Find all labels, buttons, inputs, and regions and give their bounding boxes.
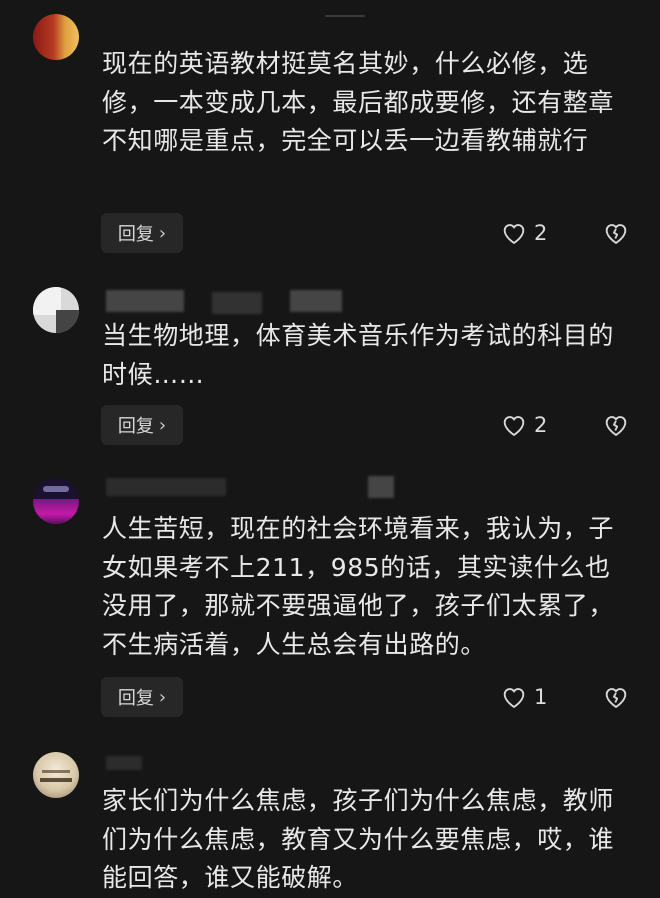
username-redacted bbox=[212, 292, 262, 314]
username-redacted bbox=[290, 290, 342, 312]
heart-outline-icon bbox=[503, 416, 525, 436]
like-count: 2 bbox=[534, 221, 548, 245]
chevron-right-icon: › bbox=[158, 414, 167, 436]
username-redacted bbox=[106, 756, 142, 770]
username-redacted bbox=[106, 478, 226, 496]
heart-outline-icon bbox=[503, 688, 525, 708]
dislike-button[interactable] bbox=[600, 677, 632, 717]
comment-text: 现在的英语教材挺莫名其妙，什么必修，选修，一本变成几本，最后都成要修，还有整章不… bbox=[102, 49, 615, 155]
broken-heart-icon bbox=[605, 688, 627, 708]
avatar[interactable] bbox=[33, 287, 79, 333]
reply-label: 回复 bbox=[117, 688, 154, 709]
top-drag-handle bbox=[325, 15, 365, 17]
reply-button[interactable]: 回复 › bbox=[101, 677, 183, 717]
heart-outline-icon bbox=[503, 224, 525, 244]
dislike-button[interactable] bbox=[600, 405, 632, 445]
comment-text: 当生物地理，体育美术音乐作为考试的科目的时候…… bbox=[102, 321, 615, 389]
avatar[interactable] bbox=[33, 752, 79, 798]
reply-button[interactable]: 回复 › bbox=[101, 405, 183, 445]
avatar[interactable] bbox=[33, 14, 79, 60]
like-button[interactable]: 2 bbox=[500, 405, 547, 445]
dislike-button[interactable] bbox=[600, 213, 632, 253]
avatar[interactable] bbox=[33, 478, 79, 524]
reply-button[interactable]: 回复 › bbox=[101, 213, 183, 253]
like-count: 1 bbox=[534, 685, 548, 709]
comment-text: 家长们为什么焦虑，孩子们为什么焦虑，教师们为什么焦虑，教育又为什么要焦虑，哎，谁… bbox=[102, 786, 615, 892]
broken-heart-icon bbox=[605, 224, 627, 244]
username-redacted bbox=[368, 476, 394, 498]
reply-label: 回复 bbox=[117, 416, 154, 437]
chevron-right-icon: › bbox=[158, 686, 167, 708]
chevron-right-icon: › bbox=[158, 222, 167, 244]
like-button[interactable]: 2 bbox=[500, 213, 547, 253]
like-button[interactable]: 1 bbox=[500, 677, 547, 717]
broken-heart-icon bbox=[605, 416, 627, 436]
reply-label: 回复 bbox=[117, 224, 154, 245]
like-count: 2 bbox=[534, 413, 548, 437]
username-redacted bbox=[106, 290, 184, 312]
comment-text: 人生苦短，现在的社会环境看来，我认为，子女如果考不上211，985的话，其实读什… bbox=[102, 514, 615, 659]
